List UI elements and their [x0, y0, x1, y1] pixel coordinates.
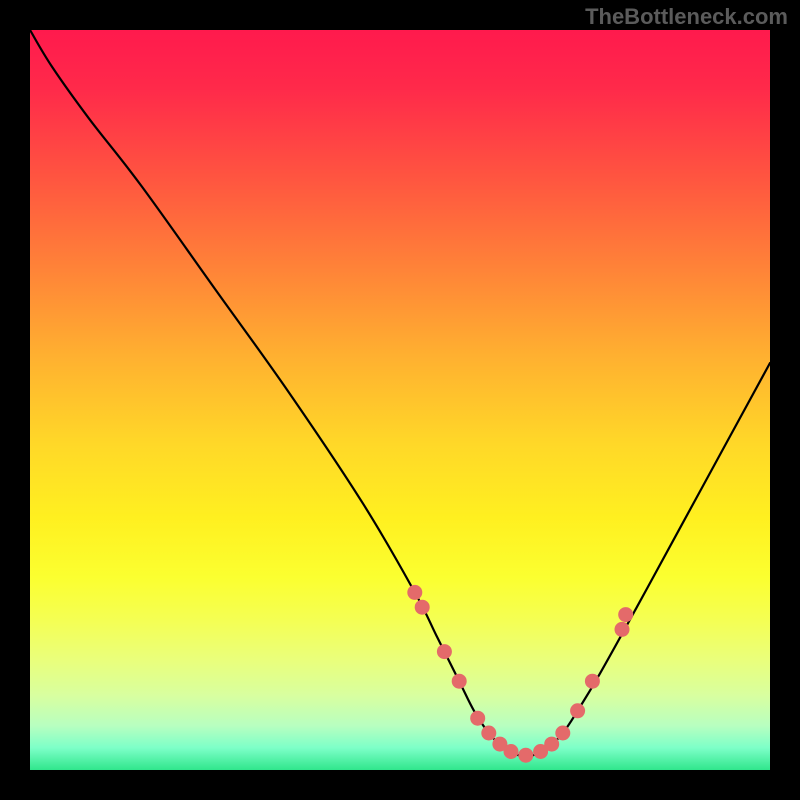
highlight-dot	[452, 674, 467, 689]
highlight-dot	[481, 726, 496, 741]
highlight-dot	[544, 737, 559, 752]
highlight-dot	[615, 622, 630, 637]
highlight-dot	[585, 674, 600, 689]
highlight-dot	[518, 748, 533, 763]
plot-area	[30, 30, 770, 770]
highlight-dot	[407, 585, 422, 600]
bottleneck-curve	[30, 30, 770, 756]
chart-frame: TheBottleneck.com	[0, 0, 800, 800]
highlight-dot	[618, 607, 633, 622]
highlight-dot	[437, 644, 452, 659]
curve-svg	[30, 30, 770, 770]
highlight-dot	[470, 711, 485, 726]
highlight-dot	[415, 600, 430, 615]
highlight-dot	[555, 726, 570, 741]
highlight-dot	[570, 703, 585, 718]
highlight-dot	[504, 744, 519, 759]
attribution-text: TheBottleneck.com	[585, 4, 788, 30]
